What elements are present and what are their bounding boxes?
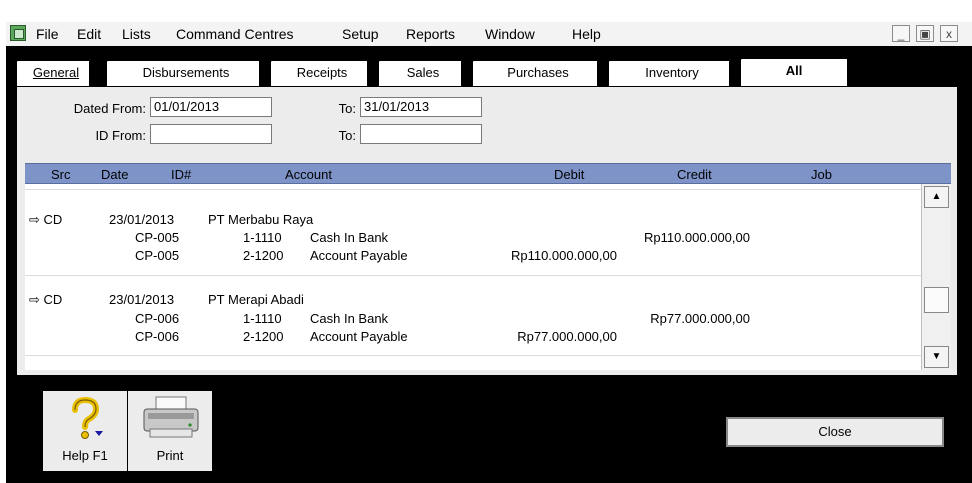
tab-inventory[interactable]: Inventory <box>608 60 736 86</box>
help-button[interactable]: Help F1 <box>42 390 128 472</box>
id-from-field[interactable] <box>150 124 272 144</box>
scroll-up-arrow-icon: ▲ <box>931 191 942 202</box>
tab-general[interactable]: General <box>16 60 96 86</box>
id-to-label: To: <box>338 128 356 143</box>
minimize-button[interactable]: _ <box>892 25 910 42</box>
close-button[interactable]: Close <box>726 417 944 447</box>
tab-label: General <box>32 65 80 80</box>
close-icon: x <box>946 27 952 41</box>
row-credit: Rp77.000.000,00 <box>650 311 750 326</box>
row-src: ⇨ CD <box>29 292 63 307</box>
row-name: PT Merapi Abadi <box>208 292 304 307</box>
tab-label: All <box>785 63 803 78</box>
row-id: CP-006 <box>135 311 180 326</box>
column-credit[interactable]: Credit <box>677 167 712 182</box>
dated-to-label: To: <box>338 101 356 116</box>
row-account-no: 2-1200 <box>243 329 284 344</box>
tab-label: Purchases <box>507 65 569 80</box>
scroll-thumb[interactable] <box>924 287 949 313</box>
dated-from-field[interactable]: 01/01/2013 <box>150 97 272 117</box>
print-button[interactable]: Print <box>127 390 213 472</box>
transaction-list: ⇨ CD 23/01/2013 PT Merbabu Raya CP-005 1… <box>25 184 921 370</box>
tab-receipts[interactable]: Receipts <box>270 60 374 86</box>
dated-to-field[interactable]: 31/01/2013 <box>360 97 482 117</box>
column-date[interactable]: Date <box>101 167 128 182</box>
menu-file[interactable]: File <box>36 26 59 42</box>
row-id: CP-006 <box>135 329 180 344</box>
column-debit[interactable]: Debit <box>554 167 584 182</box>
menu-edit[interactable]: Edit <box>77 26 101 42</box>
scroll-down-arrow-icon: ▼ <box>931 351 942 362</box>
row-debit: Rp77.000.000,00 <box>517 329 617 344</box>
list-header: Src Date ID# Account Debit Credit Job <box>25 163 951 184</box>
column-id[interactable]: ID# <box>171 167 191 182</box>
row-account-name: Cash In Bank <box>310 230 389 245</box>
row-account-no: 1-1110 <box>243 230 282 245</box>
row-account-no: 2-1200 <box>243 248 284 263</box>
menu-window[interactable]: Window <box>485 26 535 42</box>
row-date: 23/01/2013 <box>109 292 175 307</box>
row-account-name: Account Payable <box>310 329 408 344</box>
tab-purchases[interactable]: Purchases <box>472 60 604 86</box>
row-name: PT Merbabu Raya <box>208 212 314 227</box>
column-src[interactable]: Src <box>51 167 71 182</box>
printer-icon <box>143 396 199 438</box>
tab-label: Inventory <box>645 65 699 80</box>
row-date: 23/01/2013 <box>109 212 175 227</box>
row-id: CP-005 <box>135 230 180 245</box>
row-account-name: Account Payable <box>310 248 408 263</box>
scroll-up-button[interactable]: ▲ <box>924 186 949 208</box>
menu-help[interactable]: Help <box>572 26 601 42</box>
restore-button[interactable]: ▣ <box>916 25 934 42</box>
tab-label: Disbursements <box>142 65 230 80</box>
id-to-field[interactable] <box>360 124 482 144</box>
restore-icon: ▣ <box>919 27 931 41</box>
row-src: ⇨ CD <box>29 212 63 227</box>
row-separator <box>25 275 921 276</box>
question-mark-icon <box>72 397 103 439</box>
menu-lists[interactable]: Lists <box>122 26 151 42</box>
help-button-label: Help F1 <box>62 448 108 463</box>
menu-setup[interactable]: Setup <box>342 26 379 42</box>
row-account-no: 1-1110 <box>243 311 282 326</box>
menu-reports[interactable]: Reports <box>406 26 455 42</box>
column-account[interactable]: Account <box>285 167 332 182</box>
row-credit: Rp110.000.000,00 <box>643 230 750 245</box>
minimize-icon: _ <box>897 27 905 41</box>
row-account-name: Cash In Bank <box>310 311 389 326</box>
tab-label: Receipts <box>296 65 348 80</box>
row-id: CP-005 <box>135 248 180 263</box>
close-button-label: Close <box>818 424 852 439</box>
menu-command-centres[interactable]: Command Centres <box>176 26 294 42</box>
tab-all[interactable]: All <box>740 58 848 87</box>
scroll-down-button[interactable]: ▼ <box>924 346 949 368</box>
vertical-scrollbar[interactable]: ▲ ▼ <box>921 184 951 370</box>
tab-label: Sales <box>406 65 440 80</box>
tab-sales[interactable]: Sales <box>378 60 468 86</box>
column-job[interactable]: Job <box>811 167 832 182</box>
tab-disbursements[interactable]: Disbursements <box>106 60 266 86</box>
row-separator <box>25 355 921 356</box>
id-from-label: ID From: <box>95 128 146 143</box>
menu-bar: File Edit Lists Command Centres Setup Re… <box>6 22 972 47</box>
app-icon[interactable] <box>10 25 26 41</box>
row-separator <box>25 189 921 190</box>
dated-from-label: Dated From: <box>73 101 146 116</box>
print-button-label: Print <box>156 448 184 463</box>
row-debit: Rp110.000.000,00 <box>510 248 617 263</box>
close-window-button[interactable]: x <box>940 25 958 42</box>
